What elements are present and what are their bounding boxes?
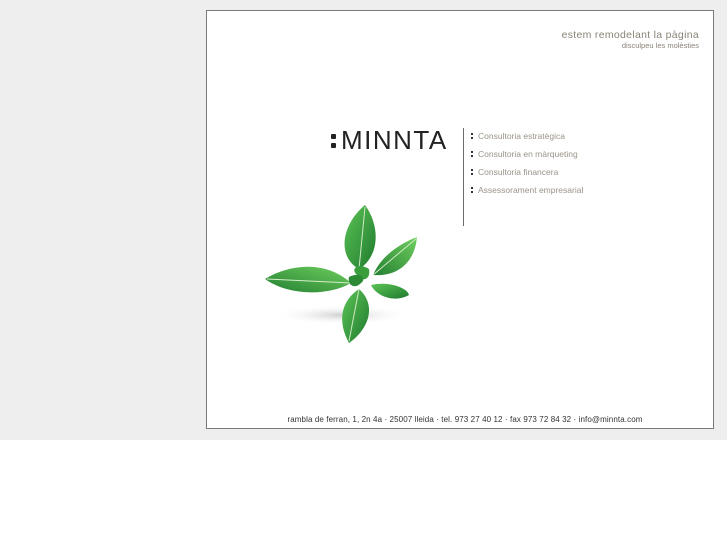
footer-address: rambla de ferran, 1, 2n 4a · 25007 lleid… (287, 415, 643, 424)
vertical-divider (463, 128, 464, 226)
logo-text: MINNTA (341, 125, 448, 155)
service-item[interactable]: Assessorament empresarial (471, 181, 583, 199)
service-label: Consultoria en màrqueting (478, 149, 578, 159)
service-item[interactable]: Consultoria en màrqueting (471, 145, 583, 163)
notice-main-text: estem remodelant la pàgina (561, 29, 699, 41)
contact-footer: rambla de ferran, 1, 2n 4a · 25007 lleid… (207, 415, 713, 424)
maintenance-notice: estem remodelant la pàgina disculpeu les… (562, 29, 699, 51)
logo-colon-icon (331, 129, 337, 151)
colon-bullet-icon (471, 132, 474, 140)
brand-logo: MINNTA (331, 123, 448, 157)
service-label: Assessorament empresarial (478, 185, 584, 195)
colon-bullet-icon (471, 186, 474, 194)
colon-bullet-icon (471, 150, 474, 158)
content-frame: estem remodelant la pàgina disculpeu les… (206, 10, 714, 429)
mint-leaf-image (265, 205, 418, 343)
colon-bullet-icon (471, 168, 474, 176)
service-item[interactable]: Consultoria financera (471, 163, 583, 181)
notice-sub-text: disculpeu les molèsties (621, 41, 699, 50)
service-item[interactable]: Consultoria estratègica (471, 127, 583, 145)
service-label: Consultoria financera (478, 167, 559, 177)
service-label: Consultoria estratègica (478, 131, 565, 141)
services-list: Consultoria estratègica Consultoria en m… (471, 127, 583, 199)
